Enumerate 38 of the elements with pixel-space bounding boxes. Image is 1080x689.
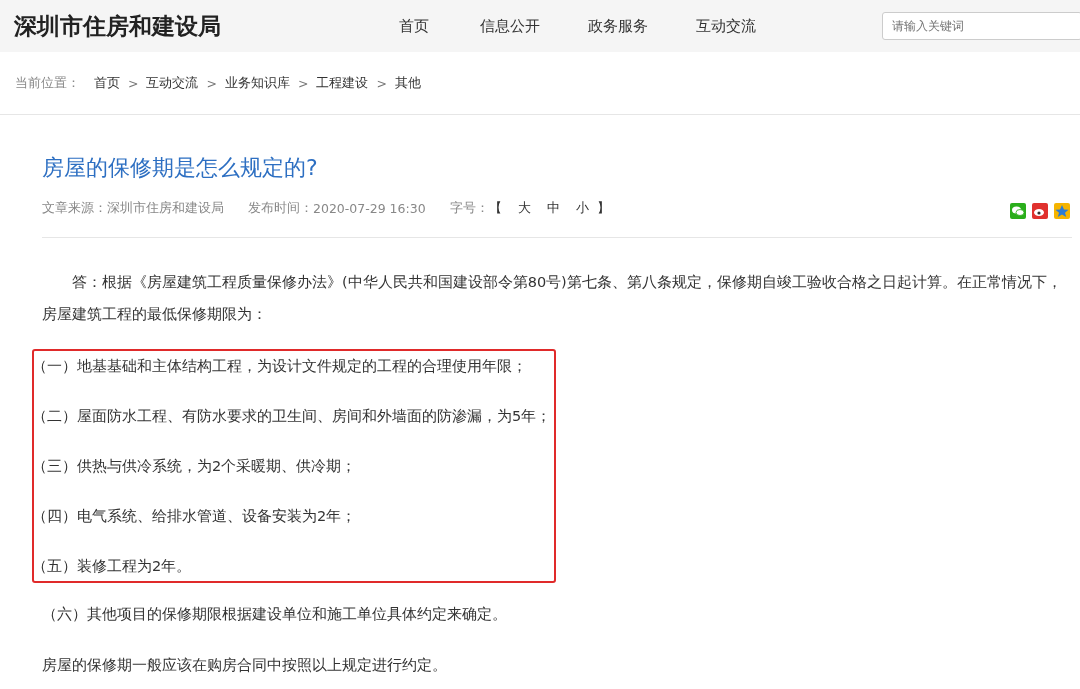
list-item-text: （四）电气系统、给排水管道、设备安装为2年； xyxy=(32,507,358,526)
breadcrumb-label: 当前位置： xyxy=(15,74,80,92)
source-label: 文章来源： xyxy=(42,199,107,217)
list-item-text: （五）装修工程为2年。 xyxy=(32,557,193,576)
breadcrumb-link[interactable]: 工程建设 xyxy=(316,74,369,92)
list-item-text: （三）供热与供冷系统，为2个采暖期、供冷期； xyxy=(32,457,358,476)
time-label: 发布时间： xyxy=(248,199,313,217)
breadcrumb-separator: > xyxy=(297,75,309,91)
nav-link[interactable]: 互动交流 xyxy=(674,16,778,36)
font-size-label: 字号： xyxy=(449,199,489,217)
bracket: 【 xyxy=(488,199,502,217)
list-item-text: （二）屋面防水工程、有防水要求的卫生间、房间和外墙面的防渗漏，为5年； xyxy=(32,407,553,426)
nav-link[interactable]: 首页 xyxy=(374,16,454,36)
nav-link[interactable]: 政务服务 xyxy=(566,16,670,36)
nav-link[interactable]: 信息公开 xyxy=(458,16,562,36)
font-size-link[interactable]: 大 xyxy=(517,199,531,217)
font-size-link[interactable]: 小 xyxy=(575,199,589,217)
font-size-link[interactable]: 中 xyxy=(546,199,560,217)
chat-bubbles-icon[interactable] xyxy=(1010,203,1026,219)
breadcrumb-separator: > xyxy=(206,75,217,91)
list-item-text: （一）地基基础和主体结构工程，为设计文件规定的工程的合理使用年限； xyxy=(32,357,528,376)
site-title: 深圳市住房和建设局 xyxy=(14,11,222,41)
star-icon[interactable] xyxy=(1054,203,1070,219)
publish-time: 2020-07-29 16:30 xyxy=(313,200,426,216)
breadcrumb-link[interactable]: 业务知识库 xyxy=(224,74,290,92)
source-text: 深圳市住房和建设局 xyxy=(107,199,224,217)
list-item-text: （六）其他项目的保修期限根据建设单位和施工单位具体约定来确定。 xyxy=(42,605,508,624)
article-paragraph: 房屋的保修期一般应该在购房合同中按照以上规定进行约定。 xyxy=(42,656,448,675)
eye-logo-icon[interactable] xyxy=(1032,203,1048,219)
breadcrumb-link[interactable]: 其他 xyxy=(394,74,421,92)
breadcrumb-link[interactable]: 互动交流 xyxy=(146,74,199,92)
breadcrumb-separator: > xyxy=(128,75,139,91)
breadcrumb-separator: > xyxy=(376,75,387,91)
article-title: 房屋的保修期是怎么规定的? xyxy=(42,154,319,182)
breadcrumb-link[interactable]: 首页 xyxy=(94,74,120,92)
search-field[interactable]: 请输入关键词 xyxy=(882,12,1080,40)
bracket: 】 xyxy=(596,199,610,217)
article-paragraph: 答：根据《房屋建筑工程质量保修办法》(中华人民共和国建设部令第80号)第七条、第八条规定，保修期自竣工验收合格之日起计算。在正常情况下，房屋建筑工程的最低保修期限为： xyxy=(42,273,1063,324)
